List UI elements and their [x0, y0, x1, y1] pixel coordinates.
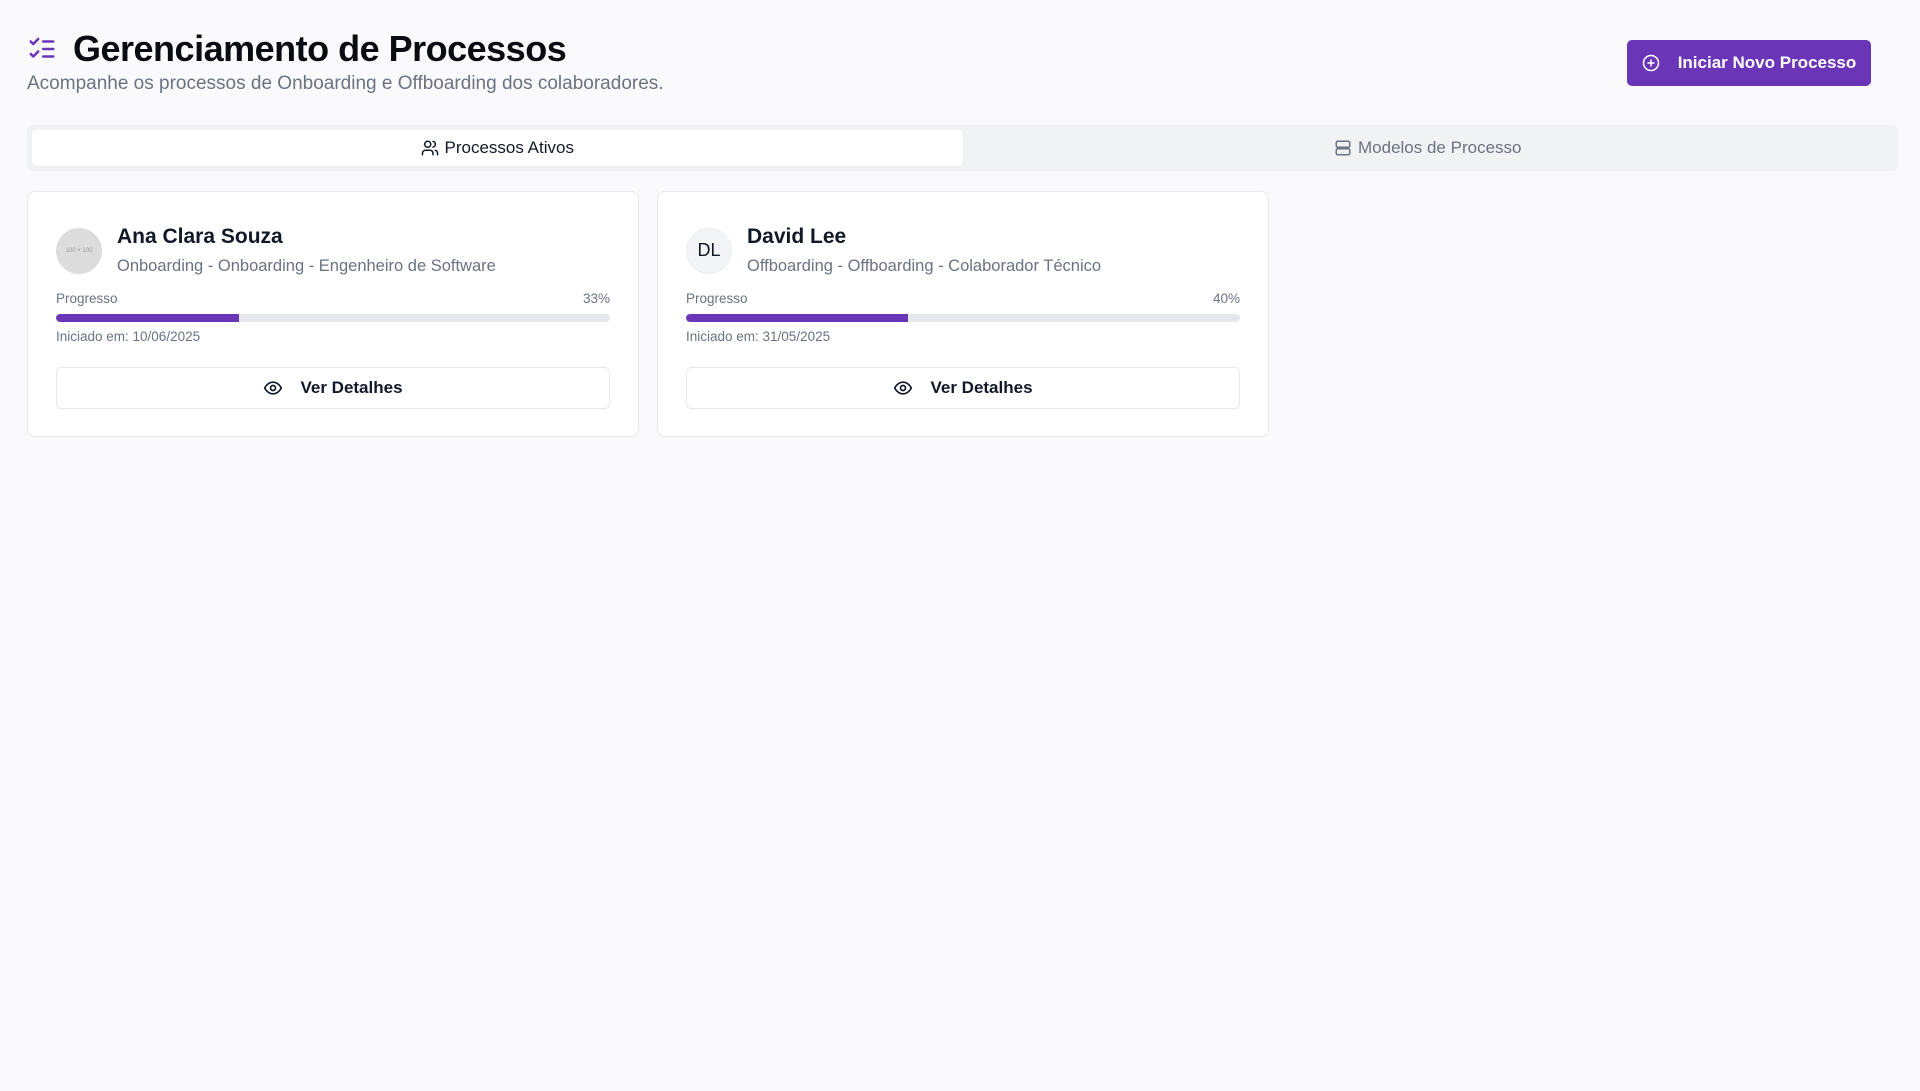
progress-bar [56, 314, 610, 322]
start-date: Iniciado em: 31/05/2025 [686, 329, 831, 344]
tab-process-templates[interactable]: Modelos de Processo [963, 130, 1894, 166]
view-details-label: Ver Detalhes [300, 378, 403, 397]
progress-bar [686, 314, 1240, 322]
list-checks-icon [27, 34, 57, 64]
eye-icon [893, 378, 913, 398]
tab-label: Processos Ativos [444, 138, 574, 157]
progress-row: Progresso 33% [56, 291, 610, 306]
process-card: 100 × 100 Ana Clara Souza Onboarding - O… [27, 191, 639, 437]
page-header: Gerenciamento de Processos Acompanhe os … [27, 0, 1893, 122]
new-process-button[interactable]: Iniciar Novo Processo [1627, 40, 1871, 86]
progress-percent: 33% [582, 291, 610, 306]
avatar: 100 × 100 [56, 227, 102, 274]
progress-label: Progresso [56, 291, 118, 306]
tab-active-processes[interactable]: Processos Ativos [32, 130, 963, 166]
eye-icon [263, 378, 283, 398]
new-process-label: Iniciar Novo Processo [1677, 53, 1857, 72]
progress-label: Progresso [686, 291, 748, 306]
progress-fill [686, 314, 908, 322]
card-header: 100 × 100 Ana Clara Souza Onboarding - O… [56, 225, 496, 276]
process-subtitle: Offboarding - Offboarding - Colaborador … [747, 257, 1102, 275]
card-header: DL David Lee Offboarding - Offboarding -… [686, 225, 1101, 276]
view-details-button[interactable]: Ver Detalhes [56, 367, 610, 409]
plus-circle-icon [1642, 54, 1660, 72]
title-row: Gerenciamento de Processos [27, 28, 567, 70]
process-subtitle: Onboarding - Onboarding - Engenheiro de … [117, 257, 496, 275]
server-icon [1334, 139, 1352, 157]
person-name: David Lee [747, 225, 847, 248]
page-title: Gerenciamento de Processos [73, 28, 567, 69]
person-info: David Lee Offboarding - Offboarding - Co… [747, 225, 1101, 276]
process-cards: 100 × 100 Ana Clara Souza Onboarding - O… [27, 191, 1269, 437]
page: Gerenciamento de Processos Acompanhe os … [0, 0, 1920, 1091]
start-date: Iniciado em: 10/06/2025 [56, 329, 201, 344]
progress-percent: 40% [1212, 291, 1240, 306]
person-info: Ana Clara Souza Onboarding - Onboarding … [117, 225, 496, 276]
progress-row: Progresso 40% [686, 291, 1240, 306]
view-details-button[interactable]: Ver Detalhes [686, 367, 1240, 409]
progress-fill [56, 314, 239, 322]
view-details-label: Ver Detalhes [930, 378, 1033, 397]
person-name: Ana Clara Souza [117, 225, 283, 248]
process-card: DL David Lee Offboarding - Offboarding -… [657, 191, 1269, 437]
page-subtitle: Acompanhe os processos de Onboarding e O… [27, 73, 664, 94]
avatar: DL [686, 227, 732, 274]
tabs: Processos Ativos Modelos de Processo [27, 125, 1898, 171]
tab-label: Modelos de Processo [1358, 138, 1522, 157]
users-icon [421, 139, 439, 157]
